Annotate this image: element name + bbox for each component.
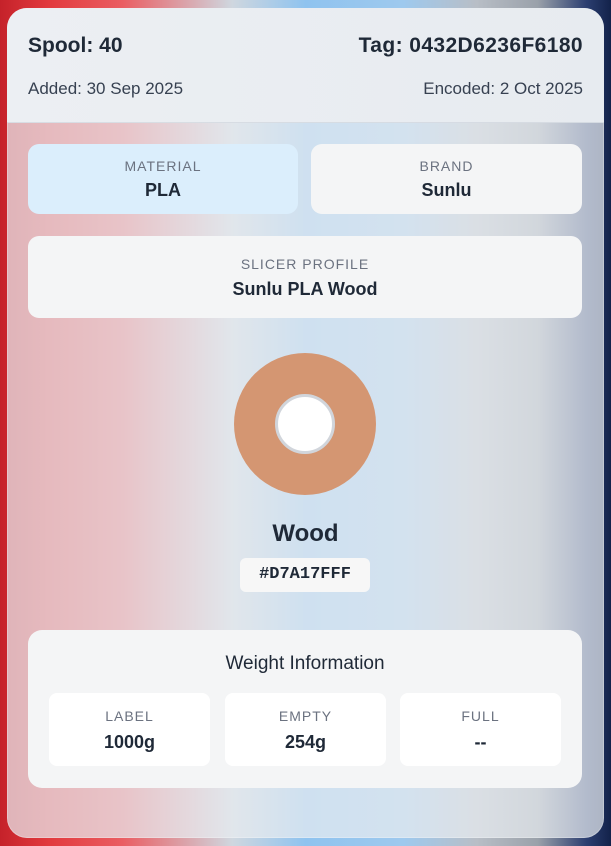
weight-cell-title: FULL (461, 708, 500, 724)
weight-cell-title: LABEL (105, 708, 154, 724)
spool-number: Spool: 40 (28, 34, 123, 57)
tag-id: Tag: 0432D6236F6180 (358, 34, 583, 57)
spool-card: Spool: 40 Tag: 0432D6236F6180 Added: 30 … (7, 8, 604, 838)
weight-cell-empty: EMPTY 254g (225, 693, 386, 766)
weight-cell-value: 254g (284, 732, 327, 752)
weight-cell-value: -- (474, 732, 487, 752)
material-label: MATERIAL (124, 158, 202, 174)
spool-color-swatch-icon (234, 353, 376, 495)
color-name: Wood (272, 520, 339, 547)
weight-title: Weight Information (225, 653, 385, 674)
added-date: Added: 30 Sep 2025 (28, 79, 184, 98)
weight-information-panel: Weight Information LABEL 1000g EMPTY 254… (28, 630, 582, 788)
slicer-profile-label: SLICER PROFILE (240, 256, 370, 272)
slicer-profile-tile: SLICER PROFILE Sunlu PLA Wood (28, 236, 582, 318)
encoded-date: Encoded: 2 Oct 2025 (423, 79, 583, 98)
slicer-profile-value: Sunlu PLA Wood (232, 279, 378, 299)
card-header: Spool: 40 Tag: 0432D6236F6180 Added: 30 … (7, 8, 604, 123)
weight-cell-title: EMPTY (278, 708, 333, 724)
material-tile: MATERIAL PLA (28, 144, 298, 214)
material-value: PLA (145, 180, 181, 200)
brand-label: BRAND (419, 158, 474, 174)
color-hex-badge: #D7A17FFF (240, 558, 370, 592)
weight-cell-label: LABEL 1000g (49, 693, 210, 766)
weight-cell-full: FULL -- (400, 693, 561, 766)
weight-cell-value: 1000g (103, 732, 156, 752)
brand-value: Sunlu (421, 180, 472, 200)
spool-hole (275, 394, 335, 454)
brand-tile: BRAND Sunlu (311, 144, 582, 214)
